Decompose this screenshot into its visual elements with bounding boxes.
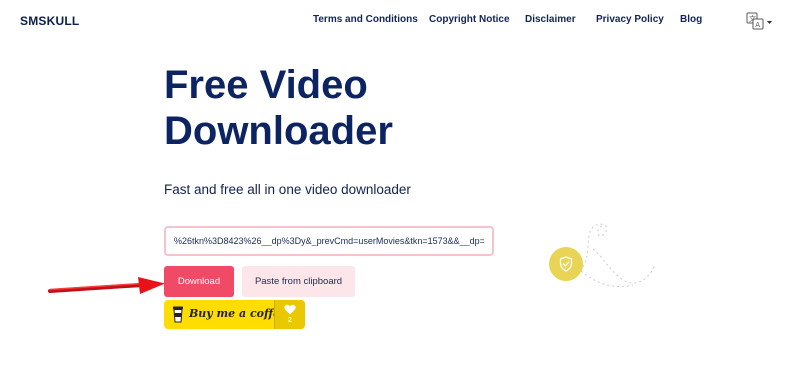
coffee-supporter-count: 2 <box>275 300 305 329</box>
page-subtitle: Fast and free all in one video downloade… <box>164 182 411 197</box>
nav-terms-and-conditions[interactable]: Terms and Conditions <box>313 14 418 25</box>
language-selector[interactable]: 文 A <box>746 12 774 32</box>
page-title-line-1: Free Video <box>164 63 368 107</box>
coffee-cup-icon <box>173 306 183 323</box>
nav-privacy-policy[interactable]: Privacy Policy <box>596 14 664 25</box>
page-title-line-2: Downloader <box>164 109 393 153</box>
page-title: Free Video Downloader <box>164 62 564 154</box>
buy-me-a-coffee-label: Buy me a coffee <box>189 307 288 320</box>
nav-copyright-notice[interactable]: Copyright Notice <box>429 14 510 25</box>
chevron-down-icon <box>767 21 772 24</box>
translate-icon: 文 A <box>746 12 772 30</box>
nav-disclaimer[interactable]: Disclaimer <box>525 14 576 25</box>
coffee-count: 2 <box>288 317 292 324</box>
security-badge <box>549 247 583 281</box>
video-url-input[interactable] <box>164 226 494 256</box>
shield-icon <box>559 256 573 272</box>
red-arrow-annotation <box>48 277 165 294</box>
paste-from-clipboard-button[interactable]: Paste from clipboard <box>242 266 355 297</box>
brand-logo[interactable]: SMSKULL <box>20 14 79 28</box>
page: SMSKULL Terms and Conditions Copyright N… <box>0 0 800 381</box>
svg-text:A: A <box>755 21 760 29</box>
buy-me-a-coffee-button[interactable]: Buy me a coffee 2 <box>164 300 305 329</box>
nav-blog[interactable]: Blog <box>680 14 702 25</box>
heart-icon <box>284 304 296 315</box>
download-button[interactable]: Download <box>164 266 234 297</box>
